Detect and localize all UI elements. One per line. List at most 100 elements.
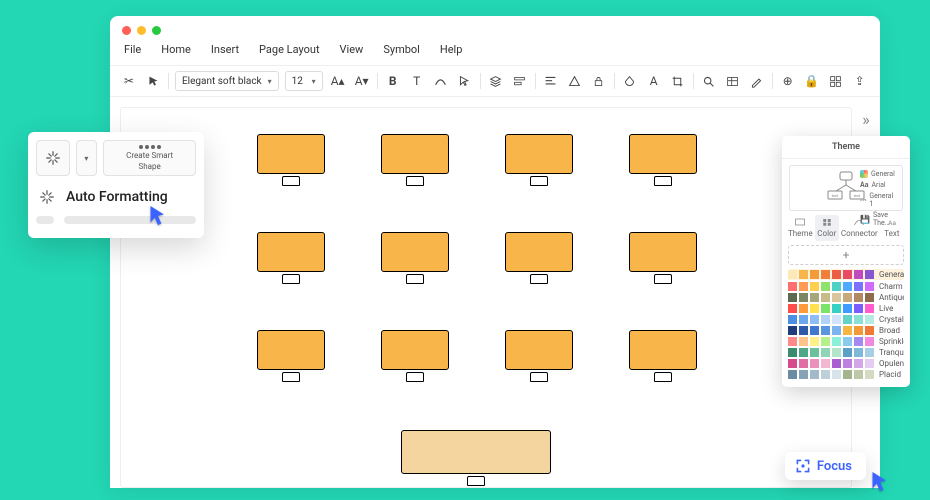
theme-palette-row[interactable]: Charm	[788, 282, 904, 291]
close-window-icon[interactable]	[122, 26, 131, 35]
desk-shape[interactable]	[505, 134, 573, 186]
layers-icon[interactable]	[487, 72, 505, 90]
desk-shape[interactable]	[381, 232, 449, 284]
bold-icon[interactable]: B	[384, 72, 402, 90]
desk-shape[interactable]	[381, 134, 449, 186]
theme-palette-row[interactable]: Tranquil	[788, 348, 904, 357]
color-swatch	[854, 315, 863, 324]
menu-file[interactable]: File	[124, 43, 141, 56]
theme-palette-row[interactable]: Sprinkle	[788, 337, 904, 346]
font-shrink-icon[interactable]: A▾	[353, 72, 371, 90]
minimize-window-icon[interactable]	[137, 26, 146, 35]
font-family-select[interactable]: Elegant soft black ▾	[175, 71, 279, 91]
menu-help[interactable]: Help	[440, 43, 463, 56]
cursor-icon[interactable]	[144, 72, 162, 90]
color-swatch	[854, 304, 863, 313]
search-icon[interactable]	[700, 72, 718, 90]
color-swatch	[821, 304, 830, 313]
font-size-select[interactable]: 12 ▾	[285, 71, 323, 91]
palette-name: Live	[876, 304, 904, 313]
color-swatch	[788, 348, 797, 357]
theme-palette-row[interactable]: Crystal	[788, 315, 904, 324]
align-left-icon[interactable]	[542, 72, 560, 90]
palette-name: Antique	[876, 293, 904, 302]
auto-format-slider[interactable]	[36, 216, 196, 224]
sidebar-collapse-icon[interactable]: »	[858, 111, 874, 127]
warning-icon[interactable]	[566, 72, 584, 90]
connector-icon[interactable]	[432, 72, 450, 90]
lock-icon[interactable]	[590, 72, 608, 90]
menu-view[interactable]: View	[340, 43, 364, 56]
color-swatch	[865, 315, 874, 324]
palette-name: General	[876, 270, 904, 279]
auto-formatting-row[interactable]: Auto Formatting	[36, 186, 196, 208]
desk-shape[interactable]	[505, 330, 573, 382]
desk-shape[interactable]	[505, 232, 573, 284]
font-color-icon[interactable]: A	[645, 72, 663, 90]
color-swatch	[799, 270, 808, 279]
color-swatch	[832, 270, 841, 279]
desk-shape[interactable]	[257, 232, 325, 284]
table-icon[interactable]	[724, 72, 742, 90]
crop-icon[interactable]	[669, 72, 687, 90]
theme-add-button[interactable]: +	[788, 245, 904, 265]
theme-tab-color[interactable]: Color	[815, 215, 839, 241]
color-swatch	[854, 337, 863, 346]
palette-name: Placid	[876, 370, 904, 379]
theme-palette-row[interactable]: Live	[788, 304, 904, 313]
fill-color-icon[interactable]	[621, 72, 639, 90]
theme-tab-connector[interactable]: Connector	[841, 215, 878, 241]
auto-format-dropdown[interactable]: ▾	[76, 140, 98, 176]
theme-palette-list: General Charm Antique Live Crystal Broad Sprin…	[782, 269, 910, 379]
theme-palette-row[interactable]: Broad	[788, 326, 904, 335]
desk-shape[interactable]	[629, 232, 697, 284]
color-swatch	[788, 282, 797, 291]
color-swatch	[810, 348, 819, 357]
pen-icon[interactable]	[748, 72, 766, 90]
menu-symbol[interactable]: Symbol	[383, 43, 420, 56]
auto-format-icon[interactable]	[36, 140, 70, 176]
create-smart-shape-button[interactable]: Create Smart Shape	[103, 140, 196, 176]
align-icon[interactable]	[511, 72, 529, 90]
font-grow-icon[interactable]: A▴	[329, 72, 347, 90]
focus-button[interactable]: Focus	[785, 452, 866, 480]
color-swatch	[821, 370, 830, 379]
pointer-icon[interactable]	[456, 72, 474, 90]
desk-shape[interactable]	[257, 330, 325, 382]
cut-icon[interactable]: ✂	[120, 72, 138, 90]
grid-icon[interactable]	[827, 72, 845, 90]
theme-tabs: Theme Color Connector Aa Text	[788, 215, 904, 241]
theme-tab-theme[interactable]: Theme	[788, 215, 813, 241]
color-swatch	[788, 370, 797, 379]
color-swatch	[810, 270, 819, 279]
handle-icon[interactable]: ⊕	[779, 72, 797, 90]
theme-palette-row[interactable]: Placid	[788, 370, 904, 379]
desk-shape[interactable]	[381, 330, 449, 382]
slider-knob[interactable]	[36, 216, 54, 224]
color-swatch	[788, 304, 797, 313]
teacher-desk-shape[interactable]	[401, 430, 551, 486]
color-swatch	[832, 304, 841, 313]
color-swatch	[843, 359, 852, 368]
padlock-icon[interactable]: 🔒	[803, 72, 821, 90]
color-swatch	[799, 293, 808, 302]
theme-tab-text[interactable]: Aa Text	[880, 215, 904, 241]
menu-home[interactable]: Home	[161, 43, 191, 56]
theme-palette-row[interactable]: Opulent	[788, 359, 904, 368]
menu-insert[interactable]: Insert	[211, 43, 239, 56]
desk-shape[interactable]	[629, 330, 697, 382]
desk-shape[interactable]	[257, 134, 325, 186]
color-swatch	[821, 270, 830, 279]
drawing-canvas[interactable]	[120, 107, 852, 488]
maximize-window-icon[interactable]	[152, 26, 161, 35]
text-tool-icon[interactable]: T	[408, 72, 426, 90]
svg-text:text: text	[832, 193, 839, 198]
theme-palette-row[interactable]: General	[788, 269, 904, 280]
desk-shape[interactable]	[629, 134, 697, 186]
palette-name: Charm	[876, 282, 904, 291]
toolbar-separator	[535, 73, 536, 89]
export-icon[interactable]: ⇪	[851, 72, 869, 90]
menu-page-layout[interactable]: Page Layout	[259, 43, 320, 56]
palette-name: Crystal	[876, 315, 904, 324]
theme-palette-row[interactable]: Antique	[788, 293, 904, 302]
